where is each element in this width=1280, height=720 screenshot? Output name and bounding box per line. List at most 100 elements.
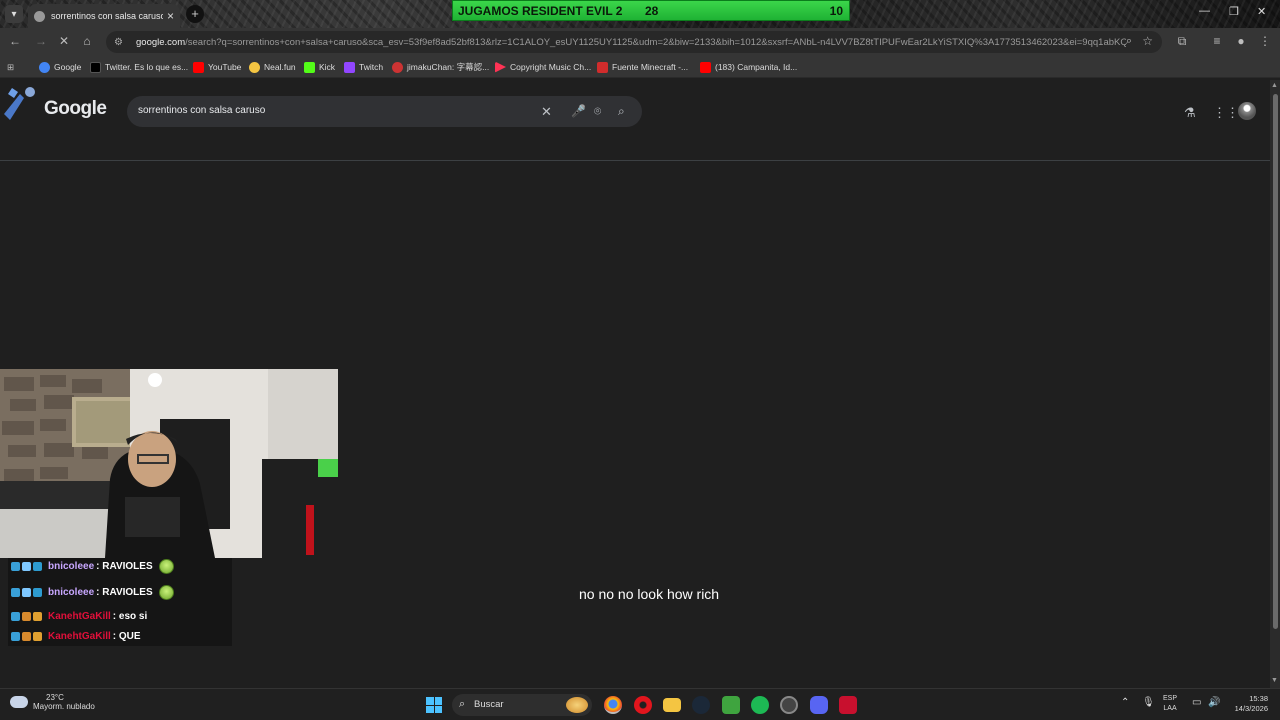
search-box[interactable]: sorrentinos con salsa caruso ✕ 🎤 ⌾ ⌕ [127, 96, 642, 127]
chat-message: bnicoleee : RAVIOLES [11, 559, 174, 574]
search-input[interactable]: sorrentinos con salsa caruso [138, 105, 265, 116]
restore-icon[interactable]: ❐ [1229, 5, 1239, 18]
webcam-feed [0, 369, 338, 558]
discord-icon[interactable] [810, 696, 828, 714]
chat-message: KanehtGaKill : eso si [11, 611, 147, 622]
bookmark-nealfun[interactable]: Neal.fun [249, 60, 296, 74]
google-header: Google sorrentinos con salsa caruso ✕ 🎤 … [0, 80, 1270, 161]
zoom-icon[interactable]: ⌕ [1126, 35, 1132, 48]
site-info-icon[interactable]: ⚙ [114, 37, 128, 48]
labs-icon[interactable]: ⚗ [1184, 105, 1196, 121]
volume-icon[interactable]: 🔊 [1208, 697, 1220, 708]
bookmark-star-icon[interactable]: ☆ [1142, 34, 1153, 48]
scroll-down-icon[interactable]: ▼ [1271, 677, 1278, 684]
bookmark-label: (183) Campanita, Id... [715, 62, 798, 72]
file-explorer-icon[interactable] [663, 698, 681, 712]
scroll-up-icon[interactable]: ▲ [1271, 82, 1278, 89]
bookmark-label: jimakuChan: 字幕認... [407, 62, 490, 72]
scrollbar-thumb[interactable] [1273, 94, 1278, 629]
language-code: ESP [1163, 695, 1178, 702]
taskbar-search-label: Buscar [474, 699, 504, 710]
new-tab-button[interactable]: + [186, 5, 204, 23]
obs-icon[interactable] [780, 696, 798, 714]
chat-username: bnicoleee [48, 587, 95, 598]
tab-favicon-icon [34, 10, 45, 22]
windows-start-icon[interactable] [426, 697, 442, 713]
bookmark-kick[interactable]: Kick [304, 60, 335, 74]
spotify-icon[interactable] [751, 696, 769, 714]
system-clock[interactable]: 15:38 14/3/2026 [1224, 694, 1268, 714]
bookmark-twitter[interactable]: Twitter. Es lo que es... [90, 60, 188, 74]
bookmark-jimakuchan[interactable]: jimakuChan: 字幕認... [392, 60, 489, 74]
opera-icon[interactable] [634, 696, 652, 714]
kick-icon [304, 61, 315, 73]
minimize-icon[interactable]: — [1199, 5, 1210, 17]
chat-username: bnicoleee [48, 561, 95, 572]
search-icon[interactable]: ⌕ [618, 104, 625, 119]
language-indicator[interactable]: ESP LAA [1163, 694, 1177, 714]
stream-overlay-count-2: 10 [829, 3, 843, 18]
jimakuchan-icon [392, 61, 403, 73]
forward-icon[interactable]: → [33, 34, 49, 48]
bookmark-campanita[interactable]: (183) Campanita, Id... [700, 60, 797, 74]
badge-icon [33, 588, 42, 597]
bookmark-label: Neal.fun [264, 62, 296, 72]
page-scrollbar[interactable]: ▲ ▼ [1270, 80, 1280, 688]
tray-overflow-icon[interactable]: ⌃ [1121, 697, 1129, 708]
google-icon [39, 61, 50, 73]
steam-icon[interactable] [692, 696, 710, 714]
mic-tray-icon[interactable]: 🎙 [1142, 697, 1155, 708]
bookmark-google[interactable]: Google [39, 60, 81, 74]
streaming-app-icon[interactable] [839, 696, 857, 714]
window-close-icon[interactable]: ✕ [1257, 5, 1266, 18]
subtitle-caption: no no no look how rich [579, 586, 720, 602]
keyboard-layout: LAA [1163, 705, 1177, 712]
bookmark-fuente-minecraft[interactable]: Fuente Minecraft -... [597, 60, 688, 74]
bookmark-twitch[interactable]: Twitch [344, 60, 383, 74]
extensions-icon[interactable]: ⧉ [1174, 34, 1190, 49]
home-icon[interactable]: ⌂ [79, 34, 95, 48]
browser-menu-icon[interactable]: ⋮ [1257, 34, 1273, 48]
webcam-image [0, 369, 338, 558]
tab-search-button[interactable]: ▾ [5, 5, 23, 23]
camera-icon[interactable]: ⌾ [594, 104, 601, 119]
badge-icon [11, 612, 20, 621]
apps-grid-icon[interactable]: ⊞ [7, 60, 14, 74]
microphone-icon[interactable]: 🎤 [571, 104, 586, 118]
minecraft-icon[interactable] [722, 696, 740, 714]
google-logo[interactable]: Google [44, 98, 107, 120]
badge-icon [33, 612, 42, 621]
browser-toolbar: ← → ✕ ⌂ ⚙ google.com/search?q=sorrentino… [0, 28, 1280, 56]
chat-text: : RAVIOLES [96, 587, 153, 598]
back-icon[interactable]: ← [7, 34, 23, 48]
apps-icon[interactable]: ⋮⋮ [1213, 105, 1239, 121]
youtube-icon [700, 61, 711, 73]
bookmark-youtube[interactable]: YouTube [193, 60, 241, 74]
bookmark-copyright-music[interactable]: Copyright Music Ch... [495, 60, 591, 74]
clear-search-icon[interactable]: ✕ [541, 104, 552, 120]
tab-title: sorrentinos con salsa caruso - B [51, 11, 163, 21]
weather-widget[interactable]: 23°C Mayorm. nublado [10, 693, 95, 711]
search-icon: ⌕ [459, 698, 466, 710]
bookmark-label: Twitter. Es lo que es... [105, 62, 189, 72]
url-path: /search?q=sorrentinos+con+salsa+caruso&s… [185, 36, 1126, 48]
twitch-icon [344, 61, 355, 73]
chrome-icon[interactable] [604, 696, 622, 714]
network-icon[interactable]: ▭ [1192, 697, 1201, 708]
media-control-icon[interactable]: ≡ [1209, 34, 1225, 48]
stop-loading-icon[interactable]: ✕ [56, 34, 72, 48]
tab-close-icon[interactable]: × [167, 9, 174, 23]
badge-icon [33, 562, 42, 571]
stream-chat: bnicoleee : RAVIOLES bnicoleee : RAVIOLE… [8, 558, 232, 646]
active-tab[interactable]: sorrentinos con salsa caruso - B × [28, 4, 180, 28]
chat-text: : eso si [112, 611, 148, 622]
taskbar-search[interactable]: ⌕ Buscar [452, 694, 592, 716]
chat-message: bnicoleee : RAVIOLES [11, 585, 174, 600]
profile-icon[interactable]: ● [1233, 34, 1249, 48]
account-avatar[interactable] [1238, 102, 1256, 120]
badge-icon [11, 632, 20, 641]
x-icon [90, 61, 101, 73]
address-bar[interactable]: ⚙ google.com/search?q=sorrentinos+con+sa… [106, 31, 1162, 53]
weather-text: 23°C Mayorm. nublado [33, 693, 95, 711]
address-url[interactable]: google.com/search?q=sorrentinos+con+sals… [136, 37, 1126, 48]
